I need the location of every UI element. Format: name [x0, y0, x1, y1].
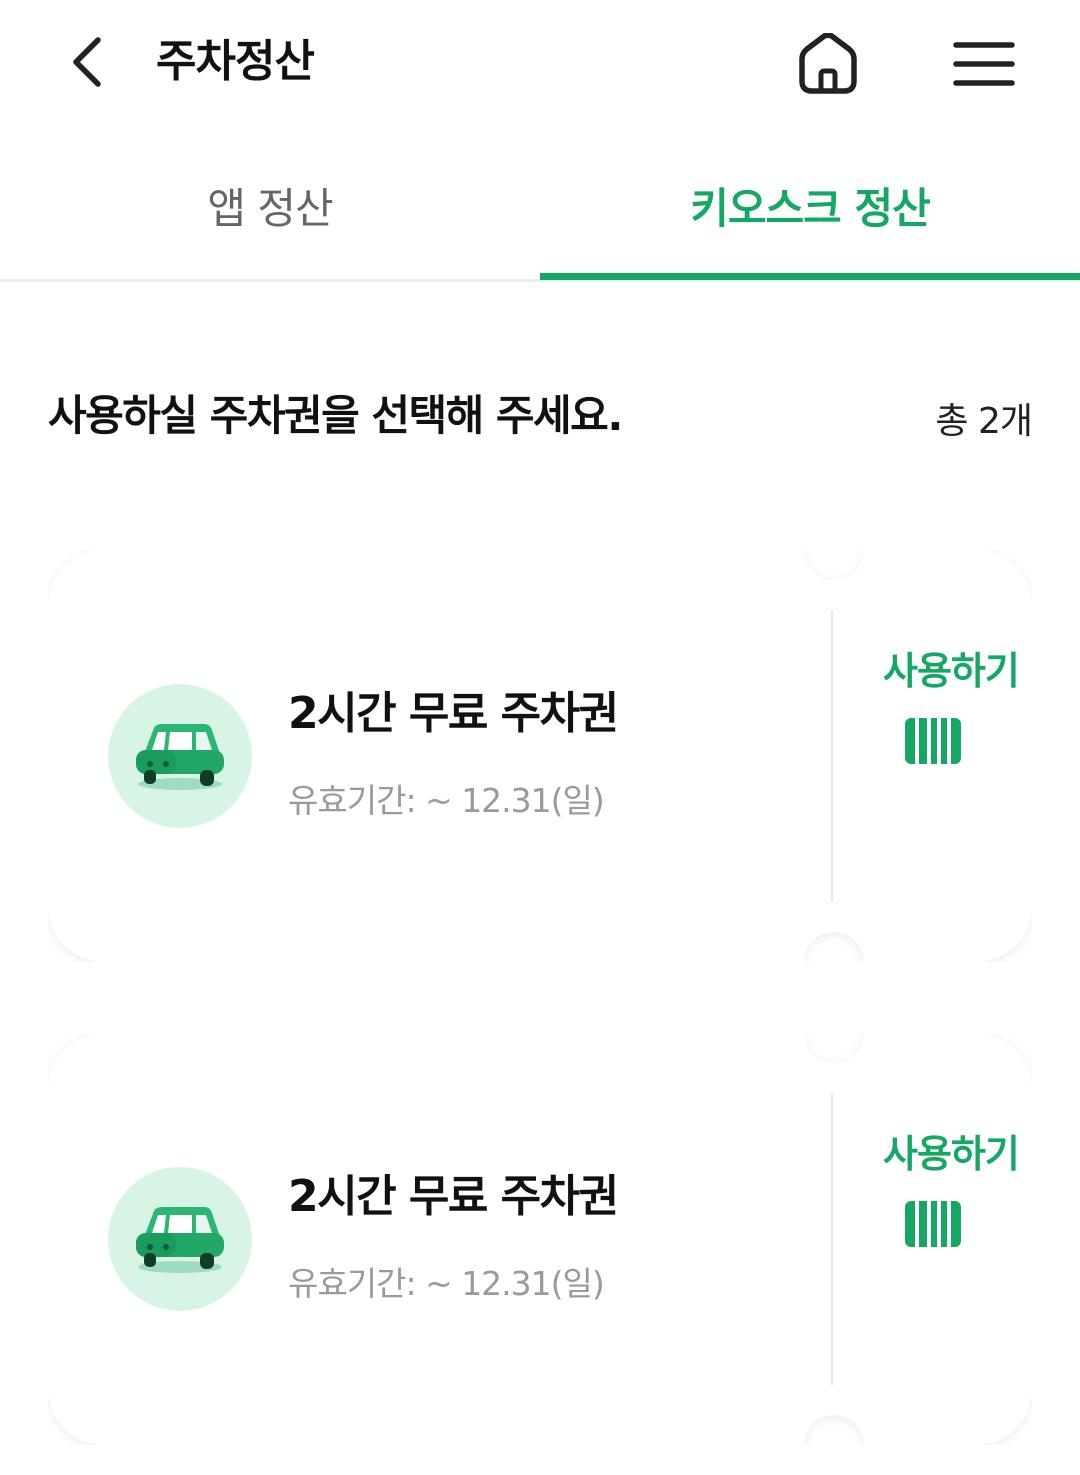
use-ticket-button[interactable]: 사용하기 [834, 1123, 1032, 1353]
back-button[interactable] [56, 28, 116, 96]
home-button[interactable] [788, 26, 868, 102]
menu-button[interactable] [944, 28, 1024, 100]
tab-bar: 앱 정산 키오스크 정산 [0, 150, 1080, 282]
car-icon-circle [108, 1167, 252, 1311]
ticket-validity: 유효기간: ~ 12.31(일) [288, 1264, 605, 1303]
barcode-icon [905, 1201, 961, 1247]
ticket-validity: 유효기간: ~ 12.31(일) [288, 781, 605, 820]
total-count: 총 2개 [935, 401, 1033, 442]
barcode-icon [905, 718, 961, 764]
car-icon [136, 1207, 224, 1273]
car-icon [136, 724, 224, 790]
use-ticket-button[interactable]: 사용하기 [834, 640, 1032, 870]
home-icon [799, 33, 857, 94]
use-ticket-label: 사용하기 [883, 649, 1020, 693]
parking-ticket-card: 2시간 무료 주차권 유효기간: ~ 12.31(일) 사용하기 [48, 1033, 1032, 1445]
hamburger-menu-icon [953, 42, 1015, 86]
ticket-divider [831, 610, 833, 902]
tab-app-payment[interactable]: 앱 정산 [0, 150, 540, 279]
active-tab-indicator [540, 273, 1080, 280]
app-header: 주차정산 [0, 0, 1080, 130]
page-title: 주차정산 [156, 36, 315, 87]
car-icon-circle [108, 684, 252, 828]
ticket-name: 2시간 무료 주차권 [288, 1171, 619, 1222]
ticket-divider [831, 1093, 833, 1385]
chevron-left-icon [73, 37, 101, 87]
section-title: 사용하실 주차권을 선택해 주세요. [48, 391, 623, 440]
tab-kiosk-payment[interactable]: 키오스크 정산 [540, 150, 1080, 279]
parking-ticket-card: 2시간 무료 주차권 유효기간: ~ 12.31(일) 사용하기 [48, 550, 1032, 962]
use-ticket-label: 사용하기 [883, 1132, 1020, 1176]
ticket-name: 2시간 무료 주차권 [288, 688, 619, 739]
